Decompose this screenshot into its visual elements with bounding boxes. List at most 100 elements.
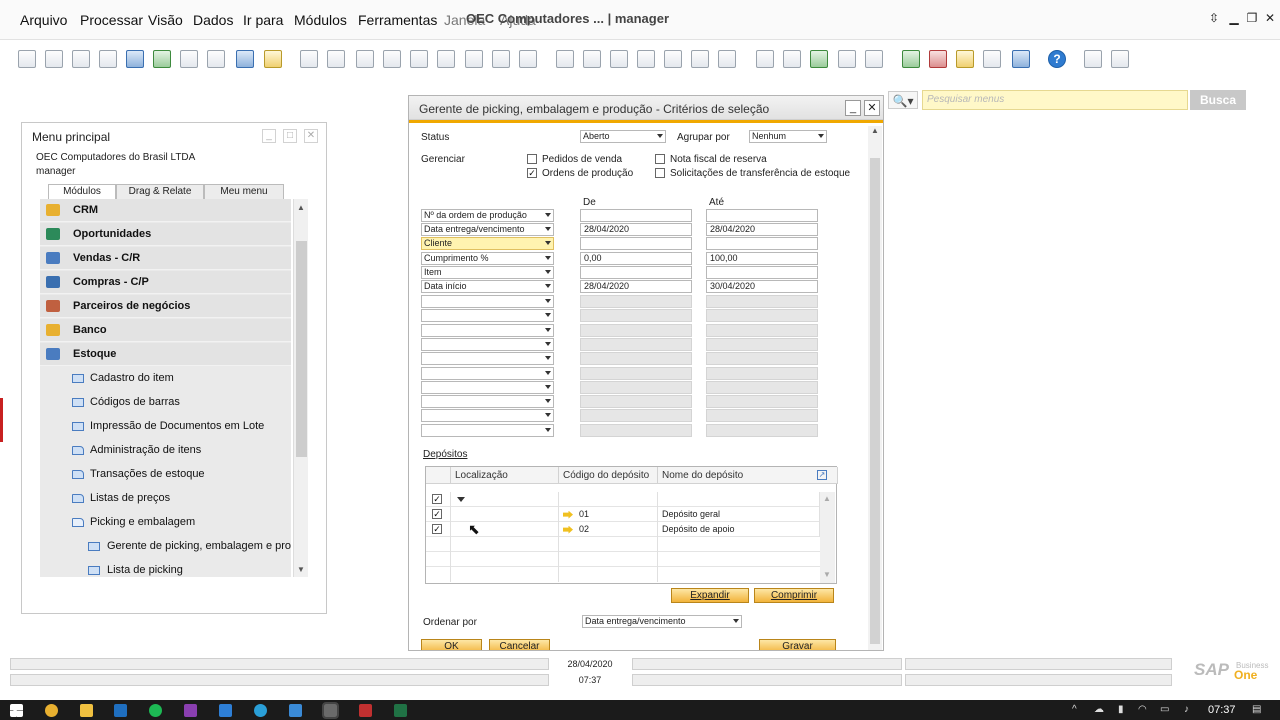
menu-ir-para[interactable]: Ir para (243, 12, 283, 28)
criteria-from-input[interactable] (580, 380, 692, 394)
edit-icon[interactable] (756, 50, 774, 68)
module-crm[interactable]: CRM (40, 199, 291, 222)
add-icon[interactable] (327, 50, 345, 68)
scroll-down-icon[interactable]: ▼ (297, 565, 305, 574)
pdf-icon[interactable] (207, 50, 225, 68)
next-record-icon[interactable] (410, 50, 428, 68)
message-icon[interactable] (838, 50, 856, 68)
search-scope-dropdown[interactable]: 🔍▾ (888, 91, 918, 109)
group-by-select[interactable]: Nenhum (749, 130, 827, 143)
criteria-to-input[interactable] (706, 295, 818, 308)
tab-modulos[interactable]: Módulos (48, 184, 116, 200)
menu-processar[interactable]: Processar (80, 12, 143, 28)
notifications-icon[interactable]: ▤ (1252, 704, 1261, 715)
checkbox-nota-fiscal[interactable] (655, 154, 665, 164)
module-vendas[interactable]: Vendas - C/R (40, 247, 291, 270)
usb-icon[interactable]: ▮ (1118, 704, 1124, 715)
scroll-up-icon[interactable]: ▲ (823, 494, 831, 503)
panel-maximize-icon[interactable]: □ (283, 129, 297, 143)
settings-icon[interactable] (718, 50, 736, 68)
menu-modulos[interactable]: Módulos (294, 12, 347, 28)
criteria-to-input[interactable]: 100,00 (706, 252, 818, 265)
criteria-field-select[interactable] (421, 337, 554, 351)
cloud-icon[interactable]: ☁ (1094, 704, 1104, 715)
criteria-field-select[interactable]: Cumprimento % (421, 252, 554, 265)
criteria-from-input[interactable] (580, 352, 692, 366)
checkbox-solicitacoes-transferencia[interactable] (655, 168, 665, 178)
scroll-up-icon[interactable]: ▲ (297, 203, 305, 212)
criteria-to-input[interactable] (706, 352, 818, 366)
photos-icon[interactable] (289, 704, 302, 717)
dialog-scroll-thumb[interactable] (870, 158, 880, 644)
tray-expand-icon[interactable]: ^ (1072, 704, 1077, 715)
wifi-icon[interactable]: ◠ (1138, 704, 1147, 715)
criteria-field-select[interactable]: Data entrega/vencimento (421, 223, 554, 236)
new-document-icon[interactable] (783, 50, 801, 68)
row-checkbox[interactable]: ✓ (432, 509, 442, 519)
dialog-minimize-icon[interactable]: _ (845, 100, 861, 116)
criteria-from-input[interactable] (580, 266, 692, 279)
criteria-to-input[interactable] (706, 409, 818, 423)
criteria-field-select[interactable] (421, 409, 554, 423)
panel-close-icon[interactable]: ✕ (304, 129, 318, 143)
criteria-to-input[interactable]: 28/04/2020 (706, 223, 818, 236)
user-icon[interactable] (1012, 50, 1030, 68)
criteria-from-input[interactable]: 28/04/2020 (580, 280, 692, 293)
grid-header-nome[interactable]: Nome do depósito (658, 467, 838, 484)
order-by-select[interactable]: Data entrega/vencimento (582, 615, 742, 628)
menu-item-transacoes-estoque[interactable]: Transações de estoque (40, 463, 291, 486)
criteria-from-input[interactable] (580, 409, 692, 423)
criteria-to-input[interactable] (706, 237, 818, 250)
module-compras[interactable]: Compras - C/P (40, 271, 291, 294)
file-explorer-icon[interactable] (80, 704, 93, 717)
criteria-field-select[interactable] (421, 352, 554, 366)
row-checkbox[interactable]: ✓ (432, 524, 442, 534)
form-settings-icon[interactable] (1084, 50, 1102, 68)
base-document-icon[interactable] (556, 50, 574, 68)
criteria-field-select[interactable]: Item (421, 266, 554, 279)
status-select[interactable]: Aberto (580, 130, 666, 143)
module-oportunidades[interactable]: Oportunidades (40, 223, 291, 246)
menu-item-gerente-picking[interactable]: Gerente de picking, embalagem e produção (40, 535, 291, 558)
excel-taskbar-icon[interactable] (394, 704, 407, 717)
criteria-to-input[interactable] (706, 423, 818, 437)
checkbox-ordens-producao[interactable]: ✓ (527, 168, 537, 178)
lock-icon[interactable] (264, 50, 282, 68)
target-document-icon[interactable] (583, 50, 601, 68)
criteria-to-input[interactable] (706, 366, 818, 380)
row-checkbox[interactable]: ✓ (432, 494, 442, 504)
table-row[interactable]: ✓ 01 Depósito geral (426, 507, 821, 522)
grid-header-localizacao[interactable]: Localização (451, 467, 559, 484)
scroll-down-icon[interactable]: ▼ (823, 570, 831, 579)
close-icon[interactable]: ✕ (1262, 10, 1278, 26)
email-icon[interactable] (72, 50, 90, 68)
menu-item-codigos-barras[interactable]: Códigos de barras (40, 391, 291, 414)
criteria-to-input[interactable] (706, 395, 818, 409)
criteria-to-input[interactable] (706, 323, 818, 337)
link-arrow-icon[interactable] (563, 525, 573, 534)
criteria-to-input[interactable] (706, 337, 818, 351)
sort-icon[interactable] (519, 50, 537, 68)
last-record-icon[interactable] (437, 50, 455, 68)
first-record-icon[interactable] (356, 50, 374, 68)
criteria-from-input[interactable] (580, 366, 692, 380)
todo-icon[interactable] (219, 704, 232, 717)
pdf-reader-icon[interactable] (359, 704, 372, 717)
table-row[interactable]: ✓ (426, 492, 821, 507)
taskbar-clock[interactable]: 07:37 (1208, 704, 1236, 716)
approve-icon[interactable] (810, 50, 828, 68)
criteria-field-select[interactable] (421, 323, 554, 337)
chat-icon[interactable] (865, 50, 883, 68)
criteria-to-input[interactable] (706, 309, 818, 323)
menu-arquivo[interactable]: Arquivo (20, 12, 67, 28)
criteria-field-select[interactable]: Data início (421, 280, 554, 293)
journal-icon[interactable] (637, 50, 655, 68)
print-icon[interactable] (45, 50, 63, 68)
criteria-from-input[interactable] (580, 323, 692, 337)
volume-icon[interactable]: ♪ (1184, 704, 1189, 715)
move-icon[interactable] (236, 50, 254, 68)
menu-visao[interactable]: Visão (148, 12, 183, 28)
search-input[interactable]: Pesquisar menus (922, 90, 1188, 110)
chrome-icon[interactable] (45, 704, 58, 717)
refresh-icon[interactable] (465, 50, 483, 68)
